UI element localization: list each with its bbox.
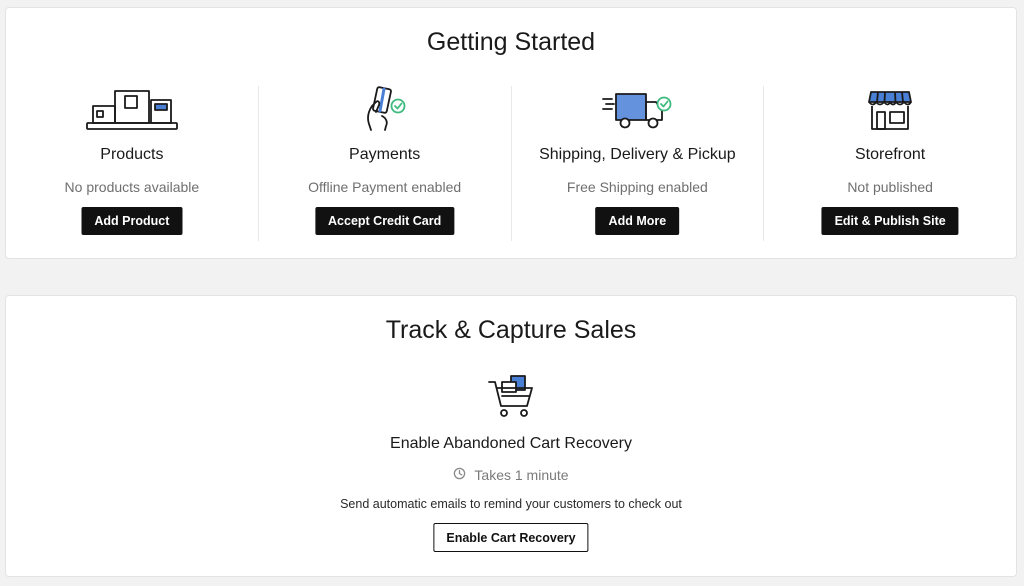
accept-credit-card-button[interactable]: Accept Credit Card [315, 207, 455, 235]
step-shipping: Shipping, Delivery & Pickup Free Shippin… [510, 86, 764, 241]
step-status: Not published [847, 179, 933, 195]
shopping-cart-icon [6, 374, 1016, 420]
cart-recovery-description: Send automatic emails to remind your cus… [340, 497, 682, 511]
boxes-icon [6, 86, 258, 132]
track-capture-sales-card: Track & Capture Sales Enable Abandoned C… [5, 295, 1017, 577]
step-storefront: Storefront Not published Edit & Publish … [763, 86, 1016, 241]
enable-cart-recovery-button[interactable]: Enable Cart Recovery [433, 523, 589, 552]
time-estimate: Takes 1 minute [6, 467, 1016, 483]
storefront-icon [764, 86, 1016, 132]
clock-icon [453, 467, 466, 483]
step-title: Products [100, 146, 164, 163]
step-status: No products available [64, 179, 200, 195]
getting-started-title: Getting Started [426, 28, 596, 56]
edit-publish-site-button[interactable]: Edit & Publish Site [821, 207, 959, 235]
step-title: Payments [349, 146, 421, 163]
step-title: Storefront [854, 146, 926, 163]
getting-started-card: Getting Started Products No products ava… [5, 7, 1017, 259]
step-status: Free Shipping enabled [566, 179, 708, 195]
step-status: Offline Payment enabled [308, 179, 462, 195]
add-product-button[interactable]: Add Product [81, 207, 183, 235]
track-capture-title: Track & Capture Sales [385, 316, 637, 344]
step-title: Shipping, Delivery & Pickup [539, 146, 736, 163]
add-more-button[interactable]: Add More [595, 207, 680, 235]
time-estimate-text: Takes 1 minute [474, 467, 569, 483]
delivery-truck-icon [512, 86, 764, 132]
abandoned-cart-title: Enable Abandoned Cart Recovery [390, 435, 632, 452]
credit-card-hand-icon [259, 86, 511, 132]
step-payments: Payments Offline Payment enabled Accept … [257, 86, 511, 241]
setup-steps: Products No products available Add Produ… [6, 86, 1016, 241]
step-products: Products No products available Add Produ… [6, 86, 258, 241]
